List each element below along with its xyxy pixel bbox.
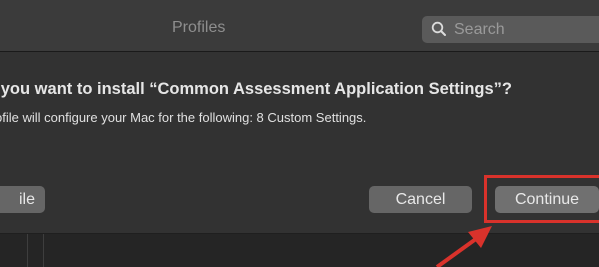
window-title: Profiles	[172, 19, 226, 36]
dialog-description: ofile will configure your Mac for the fo…	[0, 110, 367, 125]
list-divider	[43, 234, 44, 267]
search-input[interactable]	[452, 19, 599, 41]
cancel-button[interactable]: Cancel	[369, 186, 472, 213]
dialog-heading: e you want to install “Common Assessment…	[0, 80, 513, 98]
annotation-highlight-box	[484, 175, 599, 223]
search-field[interactable]	[422, 16, 599, 43]
search-icon	[431, 21, 446, 36]
show-profile-button[interactable]: ile	[0, 186, 45, 213]
list-divider	[27, 234, 28, 267]
window-titlebar: Profiles	[0, 0, 599, 52]
profiles-list-area	[0, 234, 599, 267]
